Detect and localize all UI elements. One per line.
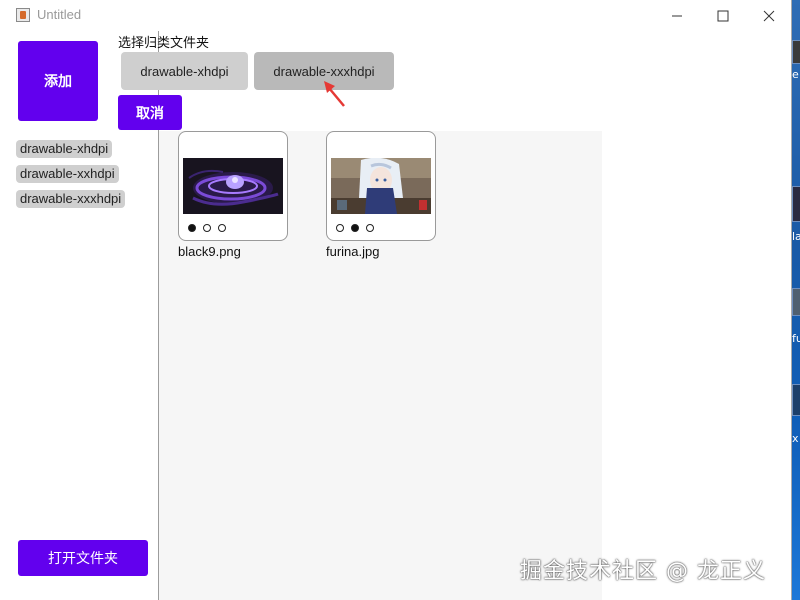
watermark-text: 掘金技术社区 @ 龙正义 [520, 559, 766, 584]
character-image [331, 158, 431, 214]
window-title: Untitled [37, 7, 82, 22]
image-dots [336, 224, 374, 232]
desktop-icon-label: fu [792, 332, 800, 345]
image-thumbnail [183, 158, 283, 214]
option-button-xhdpi[interactable]: drawable-xhdpi [121, 52, 248, 90]
desktop-icon[interactable] [792, 40, 800, 64]
desktop-icon-label: x [792, 432, 799, 445]
desktop-icon[interactable] [792, 288, 800, 316]
file-name: black9.png [178, 244, 241, 259]
app-window: Untitled 添加 drawable-xhdpi drawable-xxhd… [0, 0, 792, 600]
cancel-button[interactable]: 取消 [118, 95, 182, 130]
title-bar[interactable]: Untitled [0, 0, 791, 31]
dot-indicator[interactable] [336, 224, 344, 232]
desktop-icon[interactable] [792, 186, 800, 222]
dot-indicator[interactable] [351, 224, 359, 232]
image-thumbnail [331, 158, 431, 214]
minimize-button[interactable] [654, 0, 700, 31]
image-card[interactable] [326, 131, 436, 241]
dot-indicator[interactable] [366, 224, 374, 232]
close-button[interactable] [746, 0, 792, 31]
add-button[interactable]: 添加 [18, 41, 98, 121]
galaxy-image [183, 158, 283, 214]
desktop-icon-label: e [792, 68, 799, 81]
minimize-icon [672, 15, 682, 16]
folder-tag[interactable]: drawable-xxhdpi [16, 165, 119, 183]
java-app-icon [16, 8, 30, 22]
maximize-button[interactable] [700, 0, 746, 31]
desktop-icon[interactable] [792, 384, 800, 416]
close-icon [763, 10, 775, 21]
image-dots [188, 224, 226, 232]
chooser-title: 选择归类文件夹 [118, 36, 210, 51]
maximize-icon [717, 10, 729, 21]
dot-indicator[interactable] [188, 224, 196, 232]
desktop-icon-label: la [792, 230, 800, 243]
dot-indicator[interactable] [218, 224, 226, 232]
folder-tag[interactable]: drawable-xhdpi [16, 140, 113, 158]
image-card[interactable] [178, 131, 288, 241]
open-folder-button[interactable]: 打开文件夹 [18, 540, 148, 576]
dot-indicator[interactable] [203, 224, 211, 232]
arrow-annotation-icon [324, 81, 345, 107]
file-name: furina.jpg [326, 244, 380, 259]
folder-tag[interactable]: drawable-xxxhdpi [16, 190, 126, 208]
